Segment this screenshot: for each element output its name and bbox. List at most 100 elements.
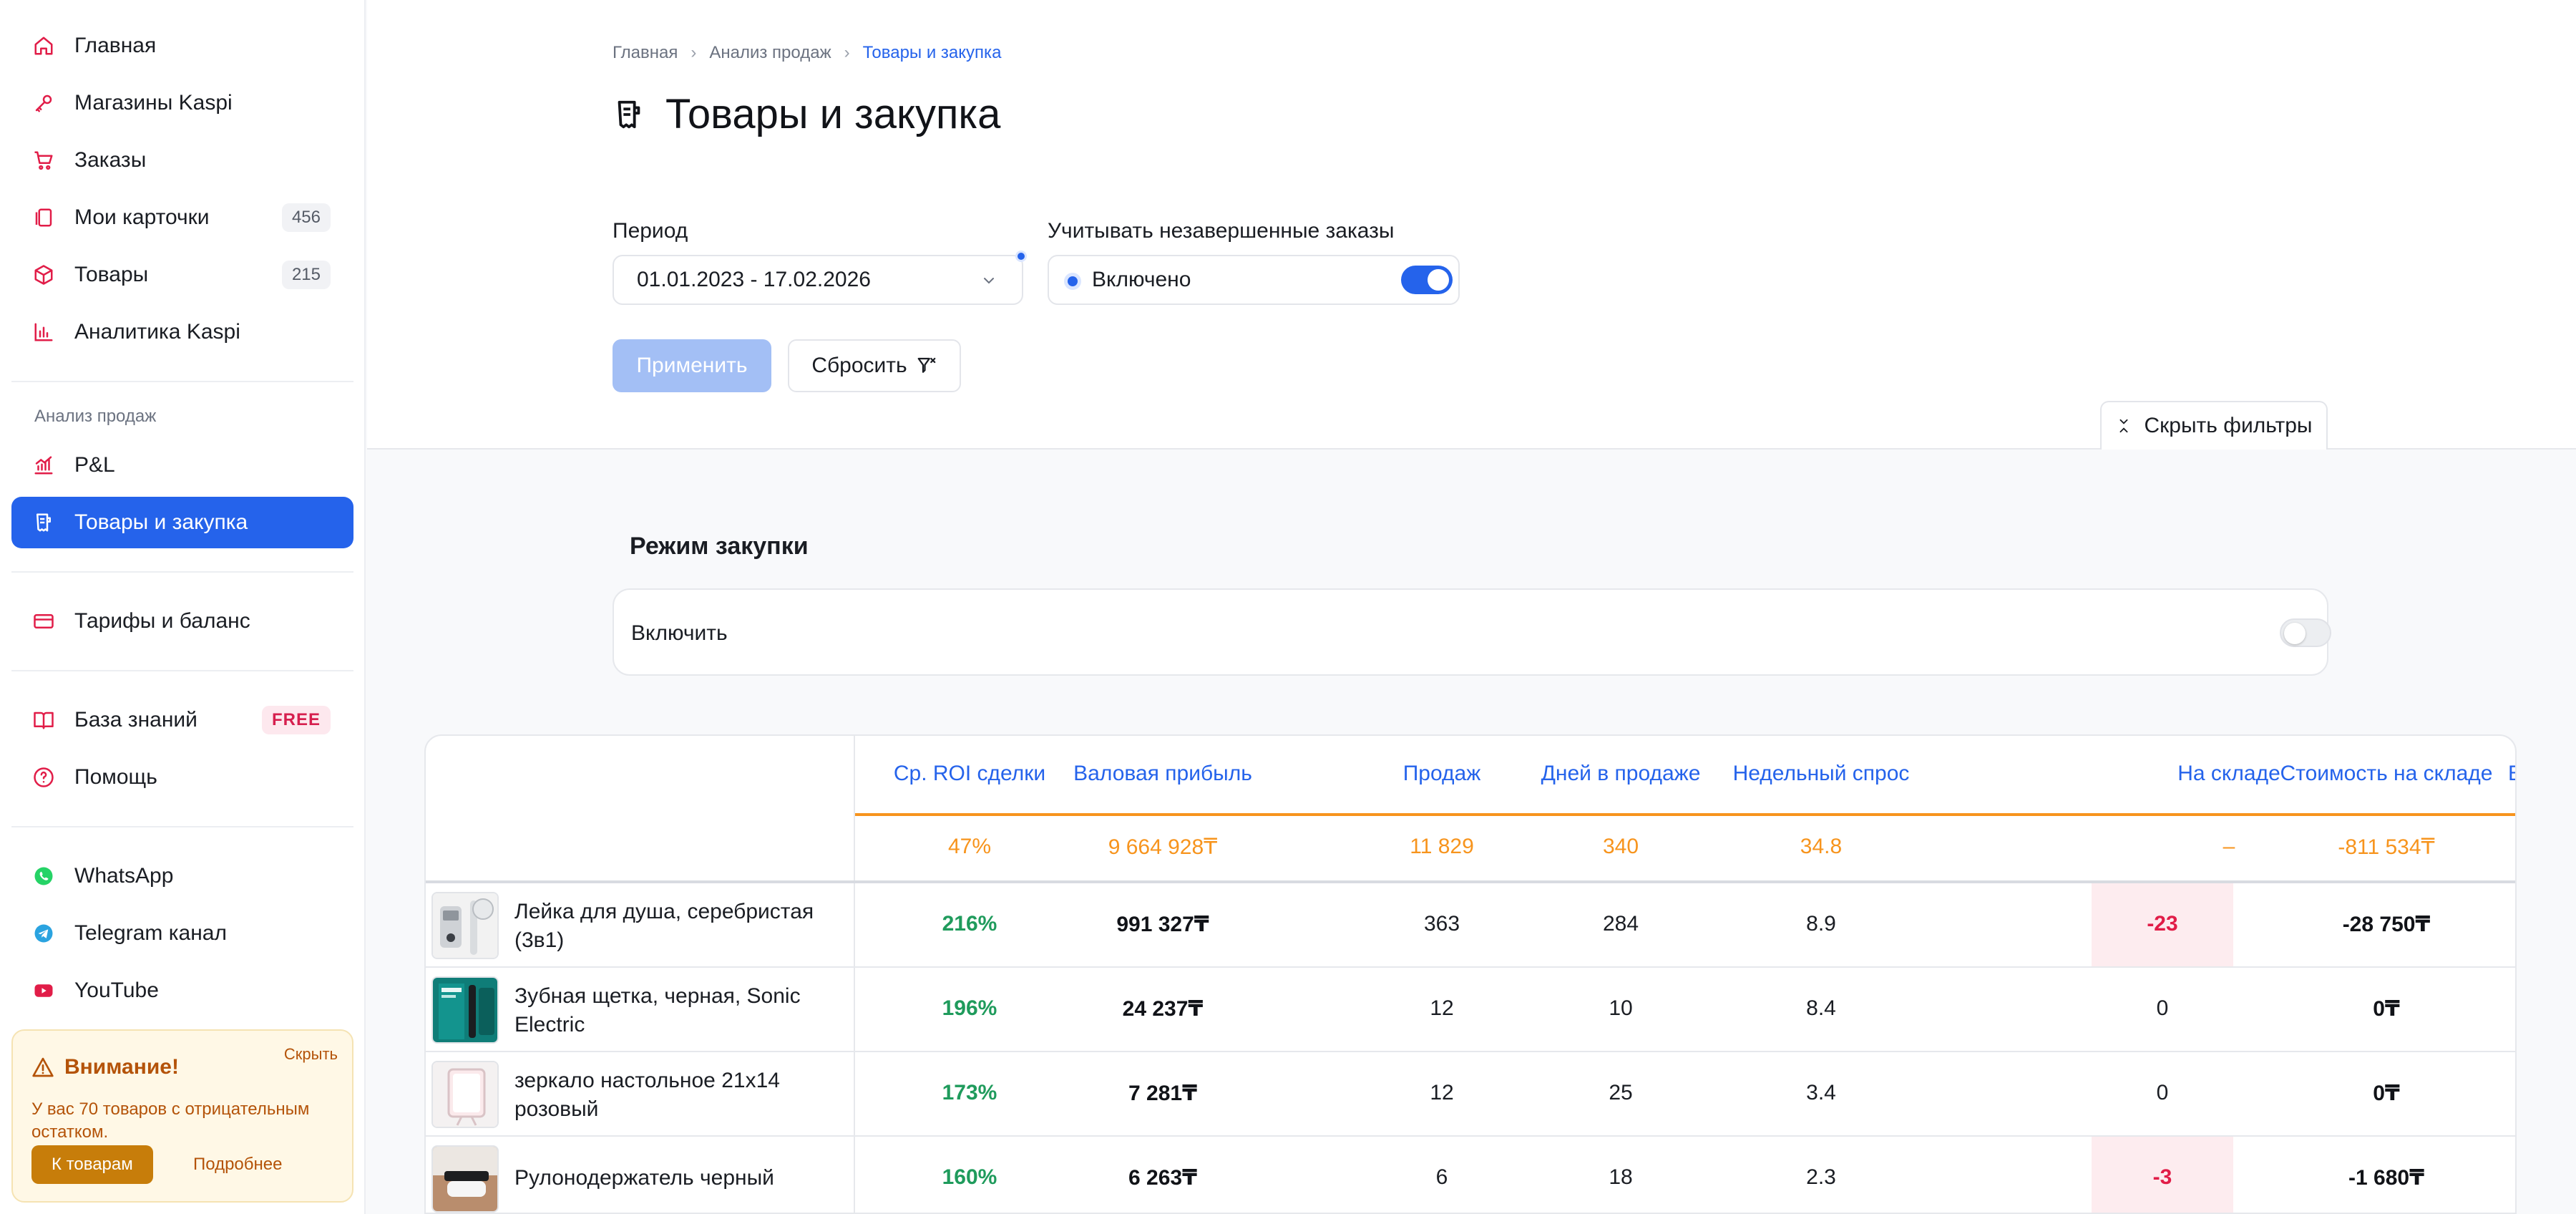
toggle-knob [1428,269,1449,291]
column-header-days-on-sale[interactable]: Дней в продаже [1513,762,1728,790]
breadcrumb-home[interactable]: Главная [613,43,678,63]
cell-in-stock: 0 [2156,1081,2169,1104]
go-to-products-button[interactable]: К товарам [31,1145,153,1184]
total-weekly-demand: 34.8 [1800,835,1843,858]
free-badge: FREE [261,706,331,734]
cell-weekly-demand: 8.9 [1806,912,1836,936]
sidebar-item-label: P&L [74,453,115,477]
cell-days-on-sale: 25 [1609,1081,1633,1104]
cell-weekly-demand: 8.4 [1806,996,1836,1020]
cell-days-on-sale: 284 [1602,912,1639,936]
cell-in-stock: -3 [2152,1165,2172,1189]
whatsapp-icon [33,865,54,887]
purchase-mode-title: Режим закупки [630,533,809,560]
reset-button[interactable]: Сбросить [788,339,961,392]
purchase-mode-toggle[interactable] [2280,618,2331,647]
sidebar-item-pl[interactable]: P&L [11,440,353,491]
cell-in-stock: -23 [2147,912,2178,936]
period-select[interactable]: 01.01.2023 - 17.02.2026 [613,255,1023,305]
sidebar-item-my-cards[interactable]: Мои карточки 456 [11,192,353,243]
sidebar-item-label: YouTube [74,979,159,1002]
table-row[interactable]: Рулонодержатель черный 160% 6 263₸ 6 18 … [426,1137,2515,1213]
product-name[interactable]: Зубная щетка, черная, Sonic Electric [514,982,844,1039]
sidebar-item-label: Заказы [74,148,147,172]
sidebar-item-label: Главная [74,34,157,57]
sidebar-item-knowledge-base[interactable]: База знаний FREE [11,694,353,746]
sidebar-divider [11,571,353,573]
chevron-right-icon: › [844,43,850,62]
cell-gross-profit: 991 327₸ [1116,913,1209,936]
column-header-more[interactable]: В [2501,762,2515,790]
sidebar-item-billing[interactable]: Тарифы и баланс [11,596,353,647]
filter-clear-icon [917,357,936,373]
sidebar-item-label: Мои карточки [74,205,210,229]
cell-weekly-demand: 3.4 [1806,1081,1836,1104]
sidebar-item-orders[interactable]: Заказы [11,135,353,186]
cell-gross-profit: 7 281₸ [1128,1082,1197,1105]
sidebar-item-youtube[interactable]: YouTube [11,965,353,1016]
key-icon [33,92,54,114]
sidebar-item-label: База знаний [74,708,197,732]
chevron-right-icon: › [691,43,697,62]
chevron-down-icon [984,278,994,284]
receipt-icon [33,512,54,533]
count-badge: 456 [281,203,331,232]
credit-card-icon [33,611,54,632]
sidebar-item-products[interactable]: Товары 215 [11,249,353,301]
incomplete-orders-field: Включено [1048,255,1460,305]
purchase-mode-enable-label: Включить [631,621,728,645]
collapse-icon [2119,419,2128,433]
cell-days-on-sale: 10 [1609,996,1633,1020]
sidebar-item-label: Товары [74,263,149,286]
product-name[interactable]: Лейка для душа, серебристая (3в1) [514,898,844,955]
alert-more-link[interactable]: Подробнее [193,1145,282,1184]
hide-filters-button[interactable]: Скрыть фильтры [2100,401,2328,450]
sidebar-item-kaspi-analytics[interactable]: Аналитика Kaspi [11,306,353,358]
sidebar-item-label: Товары и закупка [74,510,248,534]
product-name[interactable]: Рулонодержатель черный [514,1164,844,1193]
toggle-knob [2284,623,2306,644]
sidebar-item-home[interactable]: Главная [11,20,353,72]
period-label: Период [613,219,688,243]
sidebar-item-label: Аналитика Kaspi [74,320,240,344]
filters-panel: Главная › Анализ продаж › Товары и закуп… [367,0,2576,450]
pl-chart-icon [33,455,54,476]
sidebar-item-whatsapp[interactable]: WhatsApp [11,850,353,902]
sidebar-item-label: Telegram канал [74,921,227,945]
cell-roi: 173% [942,1081,997,1104]
column-header-gross-profit[interactable]: Валовая прибыль [1055,762,1270,790]
cell-roi: 196% [942,996,997,1020]
cell-stock-value: 0₸ [2373,1082,2400,1105]
column-header-weekly-demand[interactable]: Недельный спрос [1714,762,1928,790]
breadcrumb-sales-analysis[interactable]: Анализ продаж [709,43,831,63]
purchase-mode-card: Включить [613,588,2331,676]
sidebar-divider [11,670,353,671]
product-thumbnail[interactable] [431,976,499,1044]
products-table: Ср. ROI сделки Валовая прибыль Продаж Дн… [424,734,2517,1214]
receipt-icon [618,100,640,128]
product-name[interactable]: зеркало настольное 21х14 розовый [514,1067,844,1124]
sidebar-item-telegram[interactable]: Telegram канал [11,908,353,959]
cell-weekly-demand: 2.3 [1806,1165,1836,1189]
column-header-sales[interactable]: Продаж [1370,762,1513,790]
total-sales: 11 829 [1410,835,1474,858]
apply-button[interactable]: Применить [613,339,771,392]
column-header-roi[interactable]: Ср. ROI сделки [862,762,1077,790]
product-thumbnail[interactable] [431,1145,499,1213]
product-thumbnail[interactable] [431,892,499,959]
incomplete-orders-toggle[interactable] [1401,266,1453,294]
product-thumbnail[interactable] [431,1061,499,1128]
table-row[interactable]: Лейка для душа, серебристая (3в1) 216% 9… [426,883,2515,968]
youtube-icon [33,980,54,1001]
hide-filters-label: Скрыть фильтры [2144,414,2313,437]
sidebar-item-kaspi-stores[interactable]: Магазины Kaspi [11,77,353,129]
sidebar-item-products-purchase[interactable]: Товары и закупка [11,497,353,548]
sidebar-item-help[interactable]: Помощь [11,752,353,803]
cell-sales: 363 [1423,912,1460,936]
column-header-stock-value[interactable]: Стоимость на складе [2243,762,2515,790]
page-title: Товары и закупка [613,90,1000,138]
table-row[interactable]: Зубная щетка, черная, Sonic Electric 196… [426,968,2515,1052]
table-row[interactable]: зеркало настольное 21х14 розовый 173% 7 … [426,1052,2515,1137]
alert-text: У вас 70 товаров с отрицательным остатко… [31,1099,310,1142]
alert-hide-link[interactable]: Скрыть [284,1045,338,1064]
